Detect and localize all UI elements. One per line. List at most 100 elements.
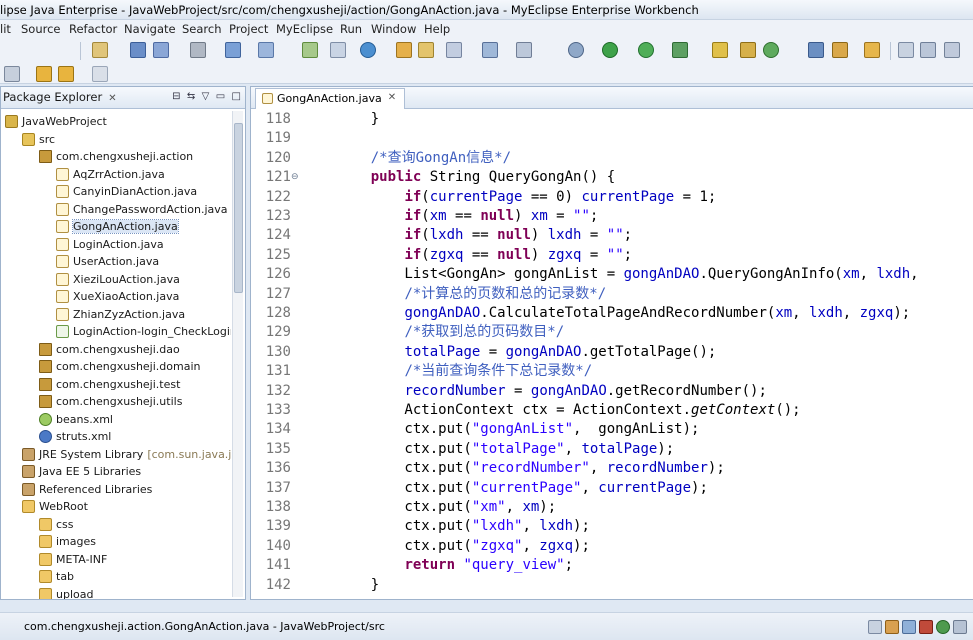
menu-refactor[interactable]: Refactor	[69, 22, 117, 36]
menu-window[interactable]: Window	[371, 22, 416, 36]
new-class-icon[interactable]	[763, 42, 779, 58]
menu-edit[interactable]: lit	[0, 22, 11, 36]
tree-item[interactable]: src	[22, 131, 55, 149]
tree-item[interactable]: WebRoot	[22, 498, 88, 516]
code-token: gongAnDAO	[530, 382, 607, 399]
menu-myeclipse[interactable]: MyEclipse	[276, 22, 333, 36]
tree-item[interactable]: ZhianZyzAction.java	[56, 306, 185, 324]
folder-toggle-icon[interactable]	[864, 42, 880, 58]
layout-icon[interactable]	[482, 42, 498, 58]
tree-item[interactable]: XieziLouAction.java	[56, 271, 180, 289]
progress-icon[interactable]	[953, 620, 967, 634]
tree-item[interactable]: images	[39, 533, 96, 551]
open-type-icon[interactable]	[418, 42, 434, 58]
annotation-icon[interactable]	[944, 42, 960, 58]
editor-tab-gongan[interactable]: GongAnAction.java ✕	[255, 88, 406, 109]
tree-item[interactable]: JRE System Library[com.sun.java.jdk	[22, 446, 231, 464]
line-number: 120	[265, 149, 291, 166]
tree-item[interactable]: com.chengxusheji.dao	[39, 341, 180, 359]
tree-item[interactable]: XueXiaoAction.java	[56, 288, 179, 306]
tree-item[interactable]: META-INF	[39, 551, 107, 569]
code-token: if	[404, 188, 422, 205]
menu-navigate[interactable]: Navigate	[124, 22, 176, 36]
grid-icon[interactable]	[446, 42, 462, 58]
folder-icon	[39, 517, 52, 531]
fold-icon[interactable]: ⊖	[291, 172, 299, 182]
tree-item[interactable]: upload	[39, 586, 94, 599]
scrollbar-thumb[interactable]	[234, 123, 243, 293]
open-folder-icon[interactable]	[396, 42, 412, 58]
new-package-icon[interactable]	[740, 42, 756, 58]
globe-icon[interactable]	[360, 42, 376, 58]
console-icon[interactable]	[902, 620, 916, 634]
tree-item[interactable]: struts.xml	[39, 428, 111, 446]
save-all-icon[interactable]	[153, 42, 169, 58]
link-editor-icon[interactable]: ⇆	[187, 91, 195, 102]
new-web-icon[interactable]	[330, 42, 346, 58]
open-perspective-icon[interactable]	[808, 42, 824, 58]
error-icon[interactable]	[919, 620, 933, 634]
debug-icon[interactable]	[568, 42, 584, 58]
code-token: );	[573, 537, 590, 554]
tree-item[interactable]: com.chengxusheji.action	[39, 148, 193, 166]
window-icon[interactable]	[516, 42, 532, 58]
deploy-icon[interactable]	[225, 42, 241, 58]
last-edit-icon[interactable]	[4, 66, 20, 82]
tree-item[interactable]: Java EE 5 Libraries	[22, 463, 141, 481]
code-token: =	[581, 246, 607, 263]
status-text: com.chengxusheji.action.GongAnAction.jav…	[24, 620, 385, 633]
forward-icon[interactable]	[92, 66, 108, 82]
menu-help[interactable]: Help	[424, 22, 450, 36]
code-area[interactable]: 118 } 119 120 /*查询GongAn信息*/ 121 ⊖ public St…	[251, 109, 973, 599]
external-tools-icon[interactable]	[672, 42, 688, 58]
print-icon[interactable]	[190, 42, 206, 58]
tree-item[interactable]: ChangePasswordAction.java	[56, 201, 228, 219]
tree-item[interactable]: LoginAction.java	[56, 236, 164, 254]
menu-search[interactable]: Search	[182, 22, 222, 36]
tree-item[interactable]: CanyinDianAction.java	[56, 183, 197, 201]
tree-item[interactable]: LoginAction-login_CheckLogin-	[56, 323, 231, 341]
tree-item-label: upload	[56, 587, 94, 599]
server-icon[interactable]	[258, 42, 274, 58]
pin-icon[interactable]	[898, 42, 914, 58]
minimize-icon[interactable]: ▭	[216, 91, 225, 102]
collapse-all-icon[interactable]: ⊟	[172, 91, 180, 102]
fast-view-icon[interactable]	[868, 620, 882, 634]
new-java-project-icon[interactable]	[712, 42, 728, 58]
new-project-icon[interactable]	[302, 42, 318, 58]
new-icon[interactable]	[92, 42, 108, 58]
menu-project[interactable]: Project	[229, 22, 268, 36]
server-status-icon[interactable]	[936, 620, 950, 634]
view-menu-icon[interactable]: ▽	[202, 91, 210, 102]
tree-item[interactable]: Referenced Libraries	[22, 481, 152, 499]
back-icon[interactable]	[58, 66, 74, 82]
tree-item[interactable]: com.chengxusheji.utils	[39, 393, 182, 411]
tree-item[interactable]: tab	[39, 568, 74, 586]
package-explorer-tab[interactable]: Package Explorer ✕	[3, 90, 117, 104]
tree-item[interactable]: AqZrrAction.java	[56, 166, 165, 184]
tree-item[interactable]: com.chengxusheji.test	[39, 376, 180, 394]
back-arrow-icon[interactable]	[36, 66, 52, 82]
tree-item[interactable]: UserAction.java	[56, 253, 159, 271]
run-icon[interactable]	[602, 42, 618, 58]
close-icon[interactable]: ✕	[108, 93, 116, 104]
tree-item[interactable]: GongAnAction.java	[56, 218, 179, 236]
task-icon[interactable]	[885, 620, 899, 634]
mark-icon[interactable]	[920, 42, 936, 58]
tree-item[interactable]: JavaWebProject	[5, 113, 107, 131]
tree-item[interactable]: beans.xml	[39, 411, 113, 429]
tree-item[interactable]: css	[39, 516, 74, 534]
tree-scrollbar[interactable]	[232, 111, 243, 597]
code-token: ""	[573, 208, 590, 224]
tree-item[interactable]: com.chengxusheji.domain	[39, 358, 201, 376]
code-token: )	[514, 208, 531, 224]
menu-source[interactable]: Source	[21, 22, 61, 36]
run-profile-icon[interactable]	[638, 42, 654, 58]
code-token: totalPage	[581, 440, 658, 457]
maximize-icon[interactable]: □	[232, 91, 241, 102]
close-icon[interactable]: ✕	[388, 92, 396, 103]
menu-run[interactable]: Run	[340, 22, 362, 36]
save-icon[interactable]	[130, 42, 146, 58]
search-icon[interactable]	[832, 42, 848, 58]
